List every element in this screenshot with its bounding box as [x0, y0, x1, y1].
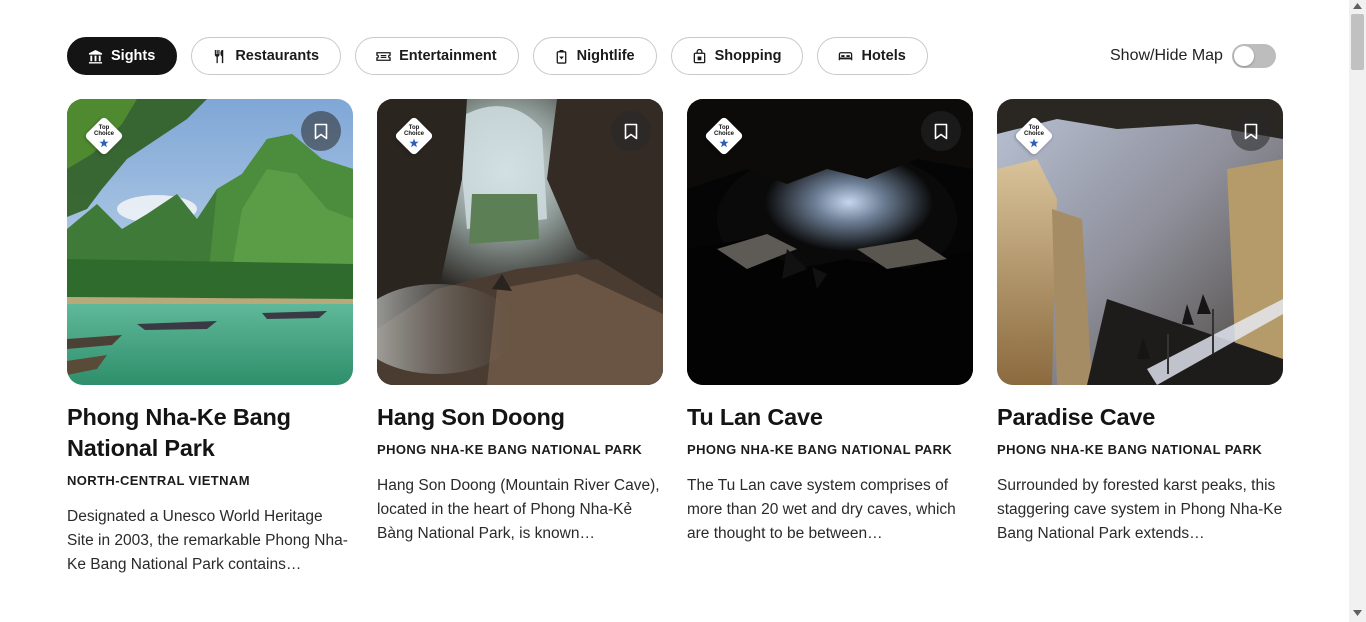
bookmark-icon — [1244, 123, 1258, 139]
card-description: The Tu Lan cave system comprises of more… — [687, 477, 956, 542]
scroll-down-arrow-icon[interactable] — [1353, 610, 1362, 616]
sight-card[interactable]: Top Choice Paradise Cave PHONG NHA-KE BAN… — [997, 99, 1283, 546]
filter-entertainment[interactable]: Entertainment — [355, 37, 519, 75]
bookmark-button[interactable] — [301, 111, 341, 151]
star-icon — [99, 138, 109, 148]
filter-restaurants[interactable]: Restaurants — [191, 37, 342, 75]
bookmark-icon — [314, 123, 328, 139]
star-icon — [1029, 138, 1039, 148]
bookmark-button[interactable] — [1231, 111, 1271, 151]
cocktail-icon — [556, 49, 566, 64]
card-region: PHONG NHA-KE BANG NATIONAL PARK — [377, 442, 643, 457]
map-toggle-switch[interactable] — [1231, 44, 1276, 68]
filter-label: Shopping — [714, 48, 782, 64]
top-choice-badge: Top Choice — [84, 116, 124, 156]
vertical-scrollbar[interactable] — [1349, 0, 1366, 622]
scroll-up-arrow-icon[interactable] — [1353, 3, 1362, 9]
card-title[interactable]: Tu Lan Cave — [687, 402, 973, 433]
bookmark-icon — [934, 123, 948, 139]
card-description: Surrounded by forested karst peaks, this… — [997, 477, 1283, 542]
badge-text: Top Choice — [84, 125, 124, 137]
sight-card[interactable]: Top Choice Tu Lan Cave PHONG NHA-KE BANG … — [687, 99, 973, 546]
card-image[interactable]: Top Choice — [67, 99, 353, 385]
card-image[interactable]: Top Choice — [687, 99, 973, 385]
sight-card[interactable]: Top Choice Hang Son Doong PHONG NHA-KE BA… — [377, 99, 663, 546]
bookmark-button[interactable] — [921, 111, 961, 151]
filter-label: Nightlife — [576, 48, 635, 64]
card-description: Designated a Unesco World Heritage Site … — [67, 508, 348, 573]
card-title[interactable]: Hang Son Doong — [377, 402, 663, 433]
filter-label: Hotels — [861, 48, 906, 64]
filter-hotels[interactable]: Hotels — [817, 37, 928, 75]
star-icon — [719, 138, 729, 148]
map-toggle[interactable]: Show/Hide Map — [1110, 44, 1276, 68]
card-title[interactable]: Phong Nha-Ke Bang National Park — [67, 402, 353, 464]
card-image[interactable]: Top Choice — [377, 99, 663, 385]
star-icon — [409, 138, 419, 148]
top-choice-badge: Top Choice — [394, 116, 434, 156]
card-region: PHONG NHA-KE BANG NATIONAL PARK — [687, 442, 953, 457]
bed-icon — [839, 51, 853, 60]
filter-shopping[interactable]: Shopping — [670, 37, 804, 75]
map-toggle-label: Show/Hide Map — [1110, 47, 1223, 64]
landmark-icon — [88, 49, 103, 64]
fork-knife-icon — [215, 49, 224, 63]
sight-card[interactable]: Top Choice Phong Nha-Ke Bang National Par… — [67, 99, 353, 577]
top-choice-badge: Top Choice — [1014, 116, 1054, 156]
badge-text: Top Choice — [394, 125, 434, 137]
badge-line-2: Choice — [713, 131, 734, 137]
badge-line-2: Choice — [93, 131, 114, 137]
category-filter-bar: Sights Restaurants Entertainment Nightli… — [67, 37, 928, 75]
card-region: NORTH-CENTRAL VIETNAM — [67, 473, 250, 488]
card-title[interactable]: Paradise Cave — [997, 402, 1283, 433]
filter-label: Entertainment — [399, 48, 497, 64]
bookmark-button[interactable] — [611, 111, 651, 151]
scrollbar-thumb[interactable] — [1351, 14, 1364, 70]
filter-label: Sights — [111, 48, 156, 64]
filter-sights[interactable]: Sights — [67, 37, 178, 75]
ticket-icon — [376, 51, 391, 61]
filter-label: Restaurants — [235, 48, 320, 64]
bookmark-icon — [624, 123, 638, 139]
badge-text: Top Choice — [704, 125, 744, 137]
top-choice-badge: Top Choice — [704, 116, 744, 156]
card-image[interactable]: Top Choice — [997, 99, 1283, 385]
shopping-bag-icon — [693, 48, 705, 63]
page: Sights Restaurants Entertainment Nightli… — [0, 0, 1349, 622]
badge-line-2: Choice — [403, 131, 424, 137]
card-region: PHONG NHA-KE BANG NATIONAL PARK — [997, 442, 1263, 457]
card-description: Hang Son Doong (Mountain River Cave), lo… — [377, 477, 660, 542]
filter-nightlife[interactable]: Nightlife — [532, 37, 657, 75]
switch-knob — [1233, 46, 1254, 66]
badge-text: Top Choice — [1014, 125, 1054, 137]
badge-line-2: Choice — [1023, 131, 1044, 137]
